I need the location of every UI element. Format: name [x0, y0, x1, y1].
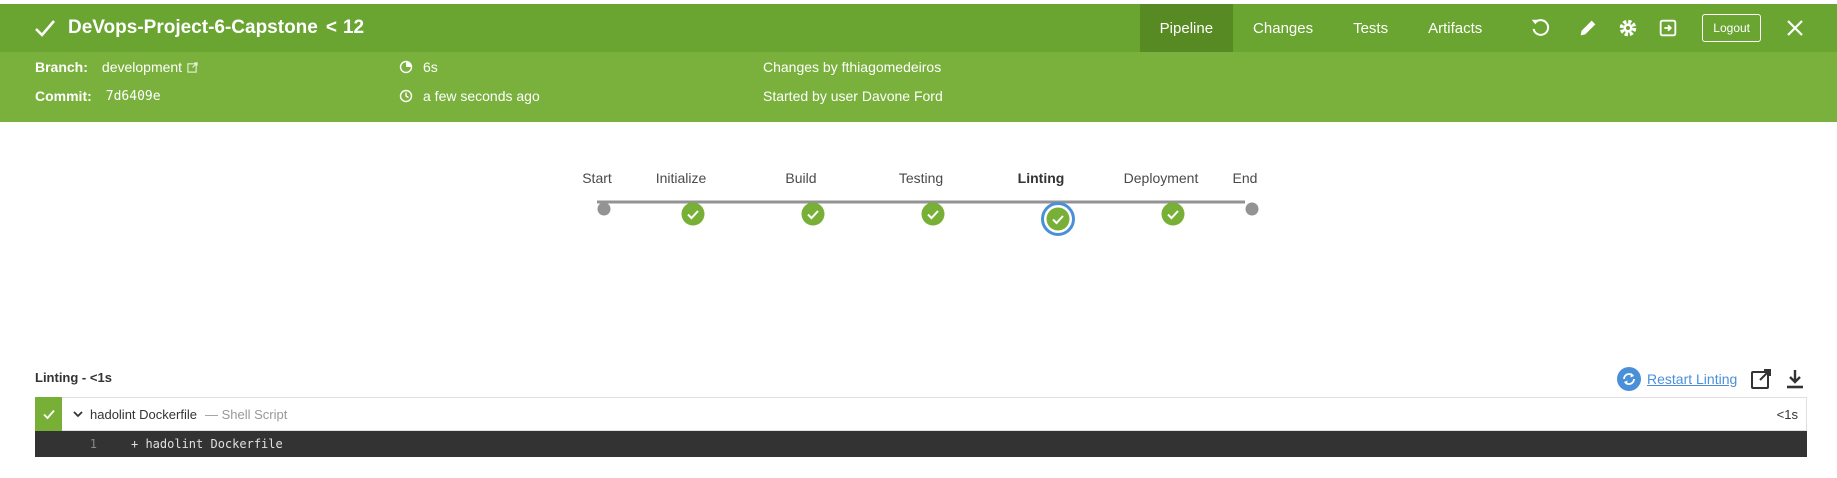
back-chevron-icon[interactable]: <	[326, 17, 337, 39]
run-header: DeVops-Project-6-Capstone < 12 Pipeline …	[0, 4, 1837, 52]
exit-icon[interactable]	[1648, 4, 1688, 52]
success-check-icon	[32, 15, 58, 41]
log-line-number[interactable]: 1	[35, 437, 97, 451]
restart-stage-button[interactable]: Restart Linting	[1617, 367, 1737, 391]
header-nav: Pipeline Changes Tests Artifacts Logout	[1139, 4, 1837, 52]
stage-label-linting: Linting	[1017, 170, 1065, 186]
open-external-icon[interactable]	[1750, 368, 1772, 395]
stage-label-testing: Testing	[898, 170, 944, 186]
log-line-text: + hadolint Dockerfile	[131, 437, 283, 451]
log-line: 1 + hadolint Dockerfile	[35, 431, 1807, 457]
pipeline-connector-line	[597, 200, 1245, 204]
branch-value[interactable]: development	[102, 59, 182, 75]
started-by: Started by user Davone Ford	[763, 88, 943, 104]
tab-tests[interactable]: Tests	[1333, 4, 1408, 52]
stage-label-end: End	[1232, 170, 1258, 186]
step-name: hadolint Dockerfile	[90, 406, 197, 422]
pipeline-title[interactable]: DeVops-Project-6-Capstone	[68, 17, 318, 39]
stage-label-start: Start	[582, 170, 612, 186]
step-duration: <1s	[1776, 406, 1798, 422]
step-row[interactable]: hadolint Dockerfile — Shell Script <1s	[35, 396, 1807, 431]
branch-label: Branch:	[35, 59, 88, 75]
run-info-bar: Branch: development Commit: 7d6409e 6s a…	[0, 52, 1837, 122]
download-icon[interactable]	[1784, 368, 1806, 395]
run-number: 12	[342, 17, 365, 38]
commit-value[interactable]: 7d6409e	[106, 89, 161, 104]
step-type: — Shell Script	[204, 406, 288, 422]
commit-info: Commit: 7d6409e	[35, 83, 161, 109]
tab-changes[interactable]: Changes	[1233, 4, 1333, 52]
tab-pipeline[interactable]: Pipeline	[1139, 4, 1234, 52]
step-success-icon	[35, 396, 62, 431]
restart-stage-label[interactable]: Restart Linting	[1647, 371, 1737, 387]
clock-icon	[399, 89, 413, 103]
changes-by: Changes by fthiagomedeiros	[763, 59, 942, 75]
duration-info: 6s	[399, 54, 438, 80]
branch-info: Branch: development	[35, 54, 198, 80]
edit-icon[interactable]	[1568, 4, 1608, 52]
gear-icon[interactable]	[1608, 4, 1648, 52]
chevron-down-icon[interactable]	[72, 408, 84, 420]
external-link-icon[interactable]	[187, 61, 198, 73]
stage-label-initialize: Initialize	[655, 170, 707, 186]
replay-icon[interactable]	[1520, 4, 1560, 52]
pipeline-graph: Start Initialize Build Testing Linting D…	[0, 122, 1837, 322]
tab-artifacts[interactable]: Artifacts	[1408, 4, 1502, 52]
stage-label-build: Build	[785, 170, 817, 186]
started-info: a few seconds ago	[399, 83, 540, 109]
stage-detail-title: Linting - <1s	[35, 370, 112, 385]
duration-value: 6s	[423, 59, 438, 75]
close-icon[interactable]	[1775, 4, 1815, 52]
stage-label-deployment: Deployment	[1123, 170, 1199, 186]
started-ago-value: a few seconds ago	[423, 88, 540, 104]
restart-icon	[1617, 367, 1641, 391]
duration-icon	[399, 60, 413, 74]
logout-button[interactable]: Logout	[1702, 14, 1761, 42]
commit-label: Commit:	[35, 88, 92, 104]
